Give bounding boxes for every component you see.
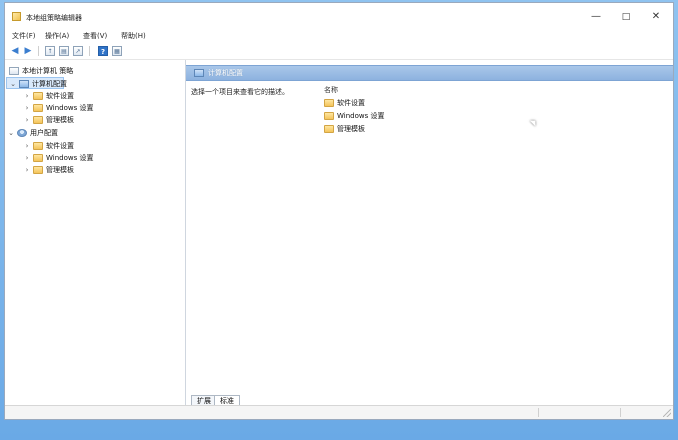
up-level-icon[interactable]: ↑ [45, 46, 55, 56]
tree-pane: 本地计算机 策略 ⌄ 计算机配置 › 软件设置 › Windows 设置 › 管 [5, 60, 186, 407]
folder-icon [33, 116, 43, 124]
folder-icon [33, 166, 43, 174]
status-separator [538, 408, 539, 417]
export-list-icon[interactable]: ↗ [73, 46, 83, 56]
computer-icon [194, 69, 204, 77]
menu-view[interactable]: 查看(V) [83, 31, 107, 41]
tree-user-windows-label: Windows 设置 [46, 154, 94, 162]
list-item-software[interactable]: 软件设置 [324, 97, 444, 109]
list-item-label: 软件设置 [337, 99, 365, 107]
tree-computer-windows-row[interactable]: › Windows 设置 [5, 102, 184, 114]
collapse-icon[interactable]: › [23, 102, 31, 114]
expand-icon[interactable]: ⌄ [9, 78, 17, 90]
forward-arrow-icon[interactable]: ▶ [23, 46, 33, 56]
policy-icon [9, 67, 19, 75]
mouse-cursor-icon [529, 117, 539, 127]
window-titlebar[interactable]: 本地组策略编辑器 — □ ✕ [5, 3, 673, 29]
toolbar-separator [38, 46, 39, 56]
maximize-button[interactable]: □ [611, 8, 641, 26]
tree-user-admin-label: 管理模板 [46, 166, 74, 174]
collapse-icon[interactable]: › [23, 140, 31, 152]
folder-icon [324, 125, 334, 133]
folder-icon [33, 154, 43, 162]
window-title: 本地组策略编辑器 [26, 14, 82, 22]
tree-computer-admin-label: 管理模板 [46, 116, 74, 124]
group-policy-editor-window: 本地组策略编辑器 — □ ✕ 文件(F) 操作(A) 查看(V) 帮助(H) ◀… [4, 2, 674, 420]
folder-icon [324, 112, 334, 120]
status-bar [5, 405, 673, 419]
tree-computer-config-row[interactable]: ⌄ 计算机配置 [6, 77, 67, 90]
tree-computer-windows-label: Windows 设置 [46, 104, 94, 112]
computer-icon [19, 80, 29, 88]
tree-user-software-label: 软件设置 [46, 142, 74, 150]
folder-icon [33, 104, 43, 112]
list-item-label: 管理模板 [337, 125, 365, 133]
properties-icon[interactable]: ▦ [112, 46, 122, 56]
list-item-label: Windows 设置 [337, 112, 385, 120]
collapse-icon[interactable]: › [23, 114, 31, 126]
list-item-admin[interactable]: 管理模板 [324, 123, 444, 135]
detail-header: 计算机配置 [186, 65, 673, 81]
list-item-windows[interactable]: Windows 设置 [324, 110, 444, 122]
menu-action[interactable]: 操作(A) [45, 31, 69, 41]
name-column-header[interactable]: 名称 [324, 85, 434, 95]
tree-computer-config-label: 计算机配置 [32, 80, 67, 88]
collapse-icon[interactable]: › [23, 90, 31, 102]
tree-user-windows-row[interactable]: › Windows 设置 [5, 152, 184, 164]
tree-user-software-row[interactable]: › 软件设置 [5, 140, 184, 152]
help-icon[interactable]: ? [98, 46, 108, 56]
detail-pane: 计算机配置 选择一个项目来查看它的描述。 名称 软件设置 Windows 设置 … [186, 60, 673, 407]
minimize-button[interactable]: — [581, 8, 611, 26]
toolbar: ◀ ▶ ↑ ▤ ↗ ? ▦ [5, 43, 673, 60]
folder-icon [33, 142, 43, 150]
tree-user-config-label: 用户配置 [30, 129, 58, 137]
group-policy-icon [12, 12, 21, 21]
expand-icon[interactable]: ⌄ [7, 127, 15, 139]
tree-computer-software-row[interactable]: › 软件设置 [5, 90, 184, 102]
description-text: 选择一个项目来查看它的描述。 [191, 88, 289, 96]
tree-user-admin-row[interactable]: › 管理模板 [5, 164, 184, 176]
tree-computer-admin-row[interactable]: › 管理模板 [5, 114, 184, 126]
resize-grip-icon[interactable] [663, 409, 671, 417]
user-icon [17, 129, 27, 137]
show-hide-tree-icon[interactable]: ▤ [59, 46, 69, 56]
collapse-icon[interactable]: › [23, 164, 31, 176]
menu-bar: 文件(F) 操作(A) 查看(V) 帮助(H) [5, 29, 673, 43]
tree-user-config-row[interactable]: ⌄ 用户配置 [5, 127, 184, 139]
menu-file[interactable]: 文件(F) [12, 31, 36, 41]
tree-root-row[interactable]: 本地计算机 策略 [5, 65, 184, 77]
main-content: 本地计算机 策略 ⌄ 计算机配置 › 软件设置 › Windows 设置 › 管 [5, 60, 673, 407]
back-arrow-icon[interactable]: ◀ [10, 46, 20, 56]
tree-root-label: 本地计算机 策略 [22, 67, 74, 75]
tree-computer-software-label: 软件设置 [46, 92, 74, 100]
collapse-icon[interactable]: › [23, 152, 31, 164]
detail-title: 计算机配置 [208, 69, 243, 77]
folder-icon [324, 99, 334, 107]
status-separator [620, 408, 621, 417]
folder-icon [33, 92, 43, 100]
toolbar-separator [89, 46, 90, 56]
menu-help[interactable]: 帮助(H) [121, 31, 146, 41]
close-button[interactable]: ✕ [641, 8, 671, 26]
